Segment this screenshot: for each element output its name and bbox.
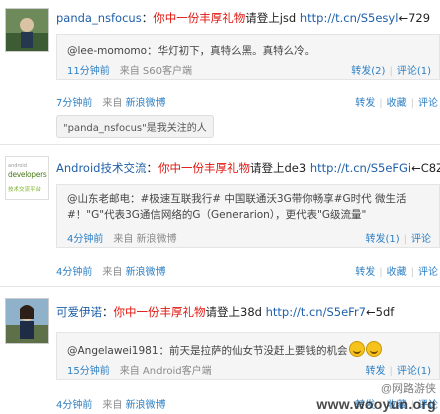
post-source[interactable]: 新浪微博: [126, 98, 166, 109]
post-time[interactable]: 7分钟前: [56, 98, 92, 109]
quoted-source: 来自 S60客户端: [119, 66, 192, 77]
quoted-post: @Angelawei1981：前天是拉萨的仙女节没赶上要钱的机会 15分钟前 来自…: [56, 332, 440, 380]
quoted-text: @Angelawei1981：前天是拉萨的仙女节没赶上要钱的机会: [67, 345, 348, 357]
post-source[interactable]: 新浪微博: [126, 267, 166, 278]
repost-link[interactable]: 转发: [355, 98, 375, 109]
quoted-post: @lee-momomo：华灯初下，真特么黑。真特么冷。 11分钟前 来自 S60客…: [56, 34, 440, 80]
favorite-link[interactable]: 收藏: [387, 98, 407, 109]
comment-link[interactable]: 评论: [418, 267, 438, 278]
quoted-source: 来自 新浪微博: [113, 234, 177, 245]
quoted-repost-link[interactable]: 转发(1): [365, 234, 399, 245]
author-name[interactable]: 可爱伊诺: [56, 305, 102, 319]
quoted-comment-link[interactable]: 评论: [411, 234, 431, 245]
post-time[interactable]: 4分钟前: [56, 267, 92, 278]
short-link[interactable]: http://t.cn/S5esyl: [300, 11, 399, 25]
grin-emoji-icon: [348, 341, 365, 357]
watermark-handle: @网路游侠: [380, 383, 436, 395]
quoted-time[interactable]: 15分钟前: [67, 366, 110, 377]
author-name[interactable]: panda_nsfocus: [56, 11, 142, 25]
weibo-post: android developers 技术交流平台 Android技术交流：你中…: [0, 150, 440, 280]
post-source[interactable]: 新浪微博: [126, 400, 166, 411]
quoted-text: @lee-momomo：华灯初下，真特么黑。真特么冷。: [67, 45, 316, 57]
avatar[interactable]: [5, 298, 49, 344]
quoted-repost-link[interactable]: 转发: [365, 366, 385, 377]
follow-tooltip: "panda_nsfocus"是我关注的人: [56, 115, 214, 138]
short-link[interactable]: http://t.cn/S5eFr7: [266, 305, 366, 319]
watermark-url: www.wooyun.org: [316, 396, 436, 412]
favorite-link[interactable]: 收藏: [387, 267, 407, 278]
highlight-text: 你中一份丰厚礼物: [153, 11, 246, 25]
divider: [0, 286, 440, 287]
quoted-source: 来自 Android客户端: [119, 366, 212, 377]
repost-link[interactable]: 转发: [355, 267, 375, 278]
weibo-post: panda_nsfocus：你中一份丰厚礼物请登上jsd http://t.cn…: [0, 0, 440, 112]
avatar[interactable]: [5, 8, 49, 52]
highlight-text: 你中一份丰厚礼物: [113, 305, 206, 319]
quoted-comment-link[interactable]: 评论(1): [397, 366, 431, 377]
post-time[interactable]: 4分钟前: [56, 400, 92, 411]
grin-emoji-icon: [365, 341, 382, 357]
post-content: panda_nsfocus：你中一份丰厚礼物请登上jsd http://t.cn…: [56, 11, 431, 25]
quoted-post: @山东老邮电：#极速互联我行# 中国联通沃3G带你畅享#G时代 微生活#！"G"…: [56, 184, 440, 248]
comment-link[interactable]: 评论: [418, 98, 438, 109]
quoted-time[interactable]: 4分钟前: [67, 234, 103, 245]
divider: [0, 144, 440, 145]
quoted-comment-link[interactable]: 评论(1): [397, 66, 431, 77]
avatar[interactable]: android developers 技术交流平台: [5, 156, 49, 200]
quoted-text: @山东老邮电：#极速互联我行# 中国联通沃3G带你畅享#G时代 微生活#！"G"…: [67, 193, 407, 221]
post-content: 可爱伊诺：你中一份丰厚礼物请登上38d http://t.cn/S5eFr7←5…: [56, 305, 395, 319]
watermark: @网路游侠 www.wooyun.org: [316, 380, 436, 412]
short-link[interactable]: http://t.cn/S5eFGi: [310, 161, 411, 175]
highlight-text: 你中一份丰厚礼物: [157, 161, 250, 175]
author-name[interactable]: Android技术交流: [56, 161, 146, 175]
post-content: Android技术交流：你中一份丰厚礼物请登上de3 http://t.cn/S…: [56, 161, 440, 175]
quoted-time[interactable]: 11分钟前: [67, 66, 110, 77]
quoted-repost-link[interactable]: 转发(2): [351, 66, 385, 77]
